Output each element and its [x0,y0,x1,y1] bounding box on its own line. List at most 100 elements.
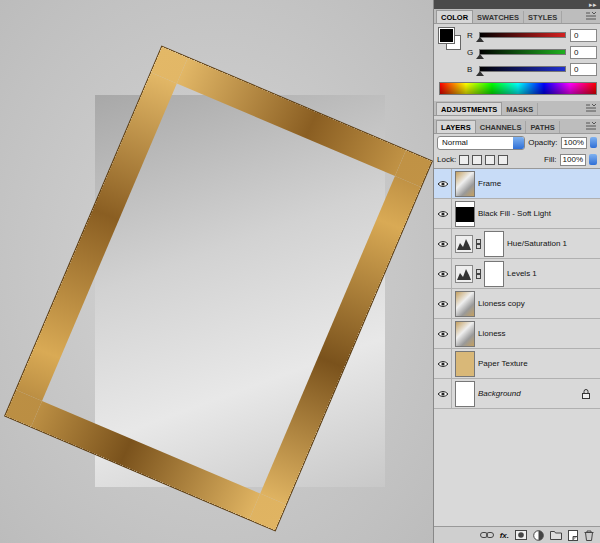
visibility-toggle[interactable] [434,289,452,318]
eye-icon [437,360,449,368]
lock-pixels-icon[interactable] [472,155,482,165]
chain-icon[interactable] [476,239,481,249]
layer-row[interactable]: Hue/Saturation 1 [434,229,600,259]
layer-row[interactable]: Background [434,379,600,409]
layer-name: Black Fill - Soft Light [478,209,551,218]
visibility-toggle[interactable] [434,199,452,228]
layer-name: Lioness [478,329,506,338]
color-panel: R 0G 0B 0 [434,24,600,98]
panel-menu-icon[interactable] [586,104,596,112]
eye-icon [437,330,449,338]
eye-icon [437,390,449,398]
mask-icon[interactable] [515,530,527,540]
dock-strip: ▸▸ [434,0,600,9]
layer-thumbnail [455,381,475,407]
channel-slider[interactable] [479,49,566,55]
panel-tab[interactable]: SWATCHES [473,11,524,23]
visibility-toggle[interactable] [434,169,452,198]
layer-style-button[interactable]: fx. [500,531,509,540]
layer-mask-thumbnail[interactable] [484,261,504,287]
layer-list: Frame Black Fill - Soft Light Hue/Satura… [434,168,600,526]
lock-icon [582,389,590,399]
channel-label: G [467,48,475,57]
channel-value-field[interactable]: 0 [570,29,597,42]
channel-label: R [467,31,475,40]
opacity-label: Opacity: [528,138,557,147]
opacity-field[interactable]: 100% [561,137,587,149]
channel-slider-row: B 0 [467,62,597,76]
panel-menu-icon[interactable] [586,122,596,130]
eye-icon [437,270,449,278]
adjustment-icon [455,265,473,283]
chain-icon[interactable] [476,269,481,279]
panel-tab[interactable]: CHANNELS [476,121,527,133]
visibility-toggle[interactable] [434,379,452,408]
document-canvas[interactable] [0,0,433,543]
layer-row[interactable]: Lioness copy [434,289,600,319]
lock-position-icon[interactable] [485,155,495,165]
layer-row[interactable]: Black Fill - Soft Light [434,199,600,229]
layer-name: Frame [478,179,501,188]
foreground-color-swatch[interactable] [439,28,454,43]
panel-tab[interactable]: ADJUSTMENTS [436,102,502,115]
fill-field[interactable]: 100% [560,154,586,166]
layer-name: Hue/Saturation 1 [507,239,567,248]
channel-label: B [467,65,475,74]
trash-icon[interactable] [584,530,594,541]
layer-mask-thumbnail[interactable] [484,231,504,257]
panel-tab[interactable]: COLOR [436,10,473,23]
lock-transparency-icon[interactable] [459,155,469,165]
eye-icon [437,240,449,248]
layer-row[interactable]: Frame [434,169,600,199]
color-swatches[interactable] [439,28,461,50]
visibility-toggle[interactable] [434,229,452,258]
channel-slider-row: R 0 [467,28,597,42]
visibility-toggle[interactable] [434,259,452,288]
lock-label: Lock: [437,155,456,164]
channel-slider[interactable] [479,32,566,38]
panel-dock: ▸▸ COLORSWATCHESSTYLES R 0G 0B 0 ADJUSTM… [433,0,600,543]
visibility-toggle[interactable] [434,319,452,348]
layer-name: Paper Texture [478,359,528,368]
layer-row[interactable]: Paper Texture [434,349,600,379]
layer-name: Levels 1 [507,269,537,278]
layers-footer: fx. [434,526,600,543]
lock-all-icon[interactable] [498,155,508,165]
layer-thumbnail [455,171,475,197]
slider-thumb[interactable] [476,37,484,42]
fill-arrow-icon[interactable] [589,154,597,165]
layer-row[interactable]: Lioness [434,319,600,349]
layer-name: Lioness copy [478,299,525,308]
layer-row[interactable]: Levels 1 [434,259,600,289]
slider-thumb[interactable] [476,54,484,59]
blend-mode-dropdown[interactable]: Normal [437,136,525,150]
color-spectrum[interactable] [439,82,597,95]
collapse-button[interactable]: ▸▸ [589,1,600,8]
dropdown-arrow-icon [513,137,524,149]
eye-icon [437,300,449,308]
adjustment-layer-icon[interactable] [533,530,544,541]
link-icon[interactable] [480,531,494,539]
layer-name: Background [478,389,521,398]
panel-tab[interactable]: LAYERS [436,120,476,133]
adjustment-icon [455,235,473,253]
photoshop-window: ▸▸ COLORSWATCHESSTYLES R 0G 0B 0 ADJUSTM… [0,0,600,543]
color-tabbar: COLORSWATCHESSTYLES [434,9,600,24]
layer-thumbnail [455,321,475,347]
panel-tab[interactable]: PATHS [526,121,559,133]
channel-slider[interactable] [479,66,566,72]
lioness-photo [95,95,385,487]
eye-icon [437,180,449,188]
panel-tab[interactable]: STYLES [524,11,562,23]
visibility-toggle[interactable] [434,349,452,378]
channel-value-field[interactable]: 0 [570,63,597,76]
panel-tab[interactable]: MASKS [502,103,538,115]
channel-slider-row: G 0 [467,45,597,59]
channel-value-field[interactable]: 0 [570,46,597,59]
layer-thumbnail [455,291,475,317]
panel-menu-icon[interactable] [586,12,596,20]
slider-thumb[interactable] [476,71,484,76]
folder-icon[interactable] [550,530,562,540]
opacity-arrow-icon[interactable] [590,137,598,148]
new-layer-icon[interactable] [568,530,578,541]
